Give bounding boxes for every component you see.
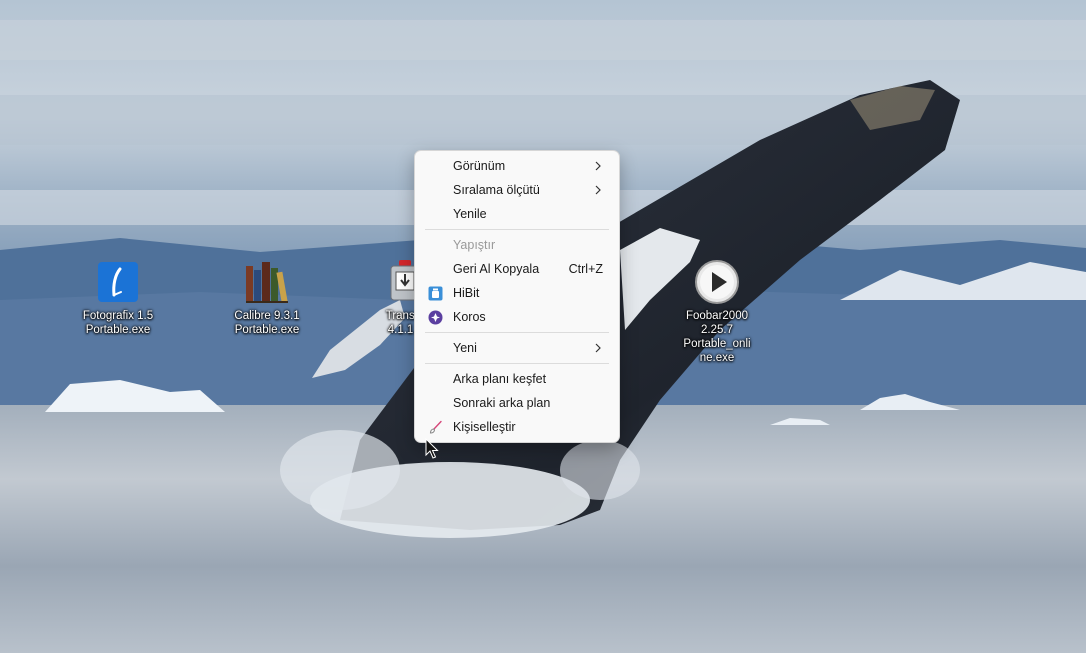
- menu-item-label: Kişiselleştir: [453, 420, 516, 434]
- menu-separator: [425, 332, 609, 333]
- menu-item-explore-background[interactable]: Arka planı keşfet: [419, 367, 615, 391]
- chevron-right-icon: [593, 343, 603, 353]
- paintbrush-icon: [427, 419, 443, 435]
- menu-item-label: Koros: [453, 310, 486, 324]
- menu-item-paste: Yapıştır: [419, 233, 615, 257]
- desktop-context-menu: Görünüm Sıralama ölçütü Yenile Yapıştır …: [414, 150, 620, 443]
- label-line: Portable.exe: [234, 324, 300, 336]
- koros-icon: [427, 309, 443, 325]
- desktop-icon-label: Fotografix 1.5 Portable.exe: [83, 309, 153, 337]
- desktop-icon-label: Calibre 9.3.1 Portable.exe: [234, 309, 299, 337]
- desktop[interactable]: Fotografix 1.5 Portable.exe Calibre 9.3.…: [0, 0, 1086, 653]
- books-icon: [243, 258, 291, 306]
- label-line: ne.exe: [699, 352, 735, 364]
- menu-item-label: Yapıştır: [453, 238, 496, 252]
- menu-item-label: Yenile: [453, 207, 487, 221]
- menu-item-label: Arka planı keşfet: [453, 372, 547, 386]
- menu-item-label: Yeni: [453, 341, 477, 355]
- fotografix-app-icon: [94, 258, 142, 306]
- label-line: Portable_onli: [683, 338, 751, 350]
- menu-item-label: Sıralama ölçütü: [453, 183, 540, 197]
- menu-item-hibit[interactable]: HiBit: [419, 281, 615, 305]
- desktop-icon-foobar2000[interactable]: Foobar2000 2.25.7 Portable_onli ne.exe: [672, 258, 762, 365]
- play-icon: [693, 258, 741, 306]
- desktop-icon-label: Foobar2000 2.25.7 Portable_onli ne.exe: [683, 309, 750, 365]
- chevron-right-icon: [593, 161, 603, 171]
- label-line: Calibre 9.3.1: [234, 310, 300, 322]
- mouse-cursor-icon: [425, 438, 439, 459]
- hibit-icon: [427, 285, 443, 301]
- menu-item-next-background[interactable]: Sonraki arka plan: [419, 391, 615, 415]
- menu-item-label: HiBit: [453, 286, 480, 300]
- menu-item-shortcut: Ctrl+Z: [568, 262, 603, 276]
- menu-separator: [425, 229, 609, 230]
- menu-item-label: Görünüm: [453, 159, 506, 173]
- menu-item-refresh[interactable]: Yenile: [419, 202, 615, 226]
- menu-item-label: Geri Al Kopyala: [453, 262, 540, 276]
- menu-item-view[interactable]: Görünüm: [419, 154, 615, 178]
- menu-item-label: Sonraki arka plan: [453, 396, 551, 410]
- label-line: 2.25.7: [701, 324, 733, 336]
- desktop-icon-fotografix[interactable]: Fotografix 1.5 Portable.exe: [73, 258, 163, 337]
- desktop-icon-calibre[interactable]: Calibre 9.3.1 Portable.exe: [222, 258, 312, 337]
- menu-item-personalize[interactable]: Kişiselleştir: [419, 415, 615, 439]
- menu-item-koros[interactable]: Koros: [419, 305, 615, 329]
- menu-item-undo-copy[interactable]: Geri Al Kopyala Ctrl+Z: [419, 257, 615, 281]
- chevron-right-icon: [593, 185, 603, 195]
- menu-item-new[interactable]: Yeni: [419, 336, 615, 360]
- menu-item-sort-by[interactable]: Sıralama ölçütü: [419, 178, 615, 202]
- label-line: Fotografix 1.5: [82, 310, 154, 322]
- label-line: Portable.exe: [85, 324, 151, 336]
- menu-separator: [425, 363, 609, 364]
- label-line: Foobar2000: [685, 310, 748, 322]
